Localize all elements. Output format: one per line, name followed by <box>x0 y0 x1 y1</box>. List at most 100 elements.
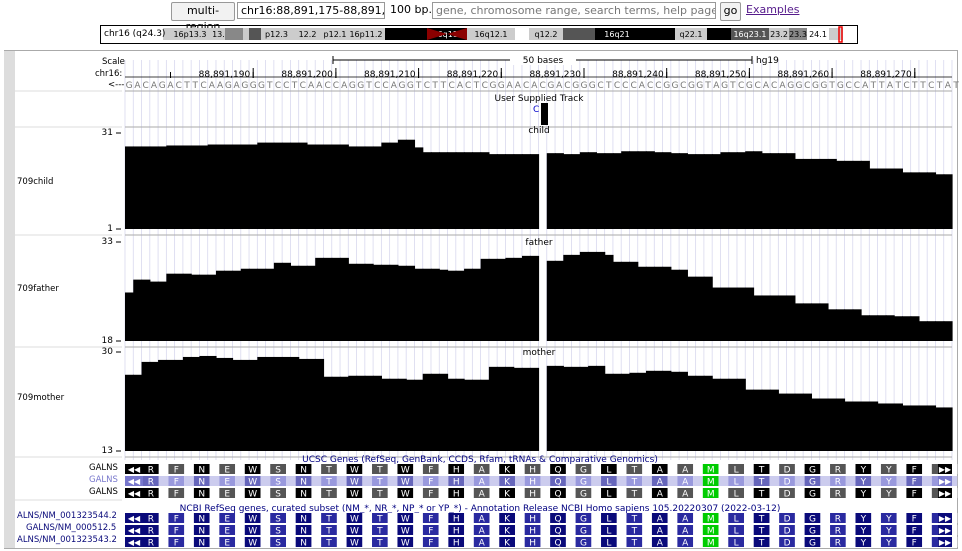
wiggle-bar <box>215 357 225 451</box>
strand-arrow-glyph: ◀◀ <box>128 477 141 486</box>
amino-acid: L <box>606 478 611 488</box>
codon-gap <box>362 464 373 474</box>
wiggle-bar <box>885 315 895 341</box>
wiggle-bar <box>646 151 655 229</box>
wiggle-bar <box>546 153 556 229</box>
codon-gap <box>794 476 805 486</box>
wiggle-bar <box>447 378 457 451</box>
codon-gap <box>693 476 703 486</box>
base-letter: G <box>746 81 753 91</box>
base-letter: T <box>415 81 422 91</box>
wiggle-bar <box>439 152 449 229</box>
wiggle-bar <box>166 145 176 229</box>
wiggle-bar <box>712 154 722 229</box>
wiggle-bar <box>298 358 308 451</box>
base-letter: C <box>324 81 330 91</box>
wiggle-bar <box>406 379 416 451</box>
wiggle-bar <box>902 316 912 341</box>
amino-acid: M <box>707 515 715 525</box>
wiggle-axis-max: 33 <box>102 237 113 247</box>
amino-acid: L <box>606 490 611 500</box>
codon-gap <box>845 488 856 498</box>
base-letter: G <box>126 81 133 91</box>
amino-acid: S <box>275 527 281 537</box>
track-panel[interactable]: 50 bases hg19 88,891,190 88,891,200 88,891,2… <box>0 0 962 551</box>
base-letter: C <box>647 81 653 91</box>
scale-bar-label: 50 bases <box>523 56 564 66</box>
wiggle-bar <box>397 265 407 341</box>
codon-gap <box>464 488 474 498</box>
strand-arrow-glyph: ▶▶ <box>939 489 952 498</box>
amino-acid: G <box>809 478 816 488</box>
amino-acid: M <box>707 490 715 500</box>
amino-acid: S <box>275 466 281 476</box>
codon-gap <box>260 476 271 486</box>
amino-acid: G <box>809 490 816 500</box>
base-letter: G <box>721 81 728 91</box>
wiggle-bar <box>885 168 895 229</box>
wiggle-track-title: father <box>525 238 552 248</box>
amino-acid: M <box>707 539 715 549</box>
wiggle-bar <box>596 251 606 341</box>
refseq-row-1: ◀◀RFNEWSNTWTWFHAKHQGLTAAMLTDGRYYFI▶▶ <box>125 513 958 525</box>
wiggle-bar <box>646 266 655 341</box>
amino-acid: H <box>529 539 536 549</box>
wiggle-bar <box>786 393 796 451</box>
base-letter: G <box>225 81 232 91</box>
codon-gap <box>438 537 449 547</box>
codon-gap <box>845 513 856 523</box>
amino-acid: R <box>148 490 154 500</box>
amino-acid: A <box>682 539 689 549</box>
wiggle-bar <box>422 152 432 229</box>
wiggle-bar <box>488 154 498 229</box>
codon-gap <box>667 513 678 523</box>
wiggle-bar <box>546 365 556 451</box>
codon-gap <box>413 537 423 547</box>
wiggle-bar <box>240 144 250 229</box>
wiggle-bar <box>430 373 440 451</box>
base-letter: A <box>779 81 786 91</box>
codon-gap <box>667 476 678 486</box>
wiggle-bar <box>397 378 407 451</box>
codon-gap <box>871 513 881 523</box>
amino-acid: W <box>350 527 359 537</box>
amino-acid: M <box>707 466 715 476</box>
base-letter: A <box>506 81 513 91</box>
codon-gap <box>158 525 169 535</box>
wiggle-bar <box>621 373 631 451</box>
wiggle-bar <box>340 257 349 341</box>
codon-gap <box>871 525 881 535</box>
amino-acid: F <box>174 515 179 525</box>
wiggle-bar <box>778 295 788 341</box>
wiggle-bar <box>207 355 217 451</box>
codon-gap <box>489 464 500 474</box>
codon-gap <box>438 464 449 474</box>
base-letter: G <box>580 81 587 91</box>
wiggle-bar <box>555 260 564 341</box>
base-letter: A <box>316 81 323 91</box>
wiggle-bar <box>720 378 730 451</box>
codon-gap <box>489 537 500 547</box>
wiggle-bar <box>753 389 763 451</box>
base-letter: C <box>539 81 545 91</box>
base-letter: A <box>134 81 141 91</box>
wiggle-bar <box>414 147 424 229</box>
amino-acid: R <box>148 478 154 488</box>
codon-gap <box>744 464 754 474</box>
wiggle-bar <box>579 152 589 229</box>
amino-acid: T <box>376 515 383 525</box>
amino-acid: T <box>376 478 383 488</box>
wiggle-bar <box>257 356 267 451</box>
base-letter: T <box>440 81 447 91</box>
codon-gap <box>794 537 805 547</box>
amino-acid: T <box>758 515 765 525</box>
wiggle-bar <box>265 268 275 341</box>
wiggle-bar <box>249 268 258 341</box>
strand-arrow-glyph: ◀◀ <box>128 526 141 535</box>
wiggle-bar <box>480 152 490 229</box>
amino-acid: L <box>606 527 611 537</box>
amino-acid: Y <box>860 527 867 537</box>
wiggle-bar <box>803 303 813 341</box>
wiggle-bar <box>323 257 333 341</box>
amino-acid: W <box>401 539 410 549</box>
